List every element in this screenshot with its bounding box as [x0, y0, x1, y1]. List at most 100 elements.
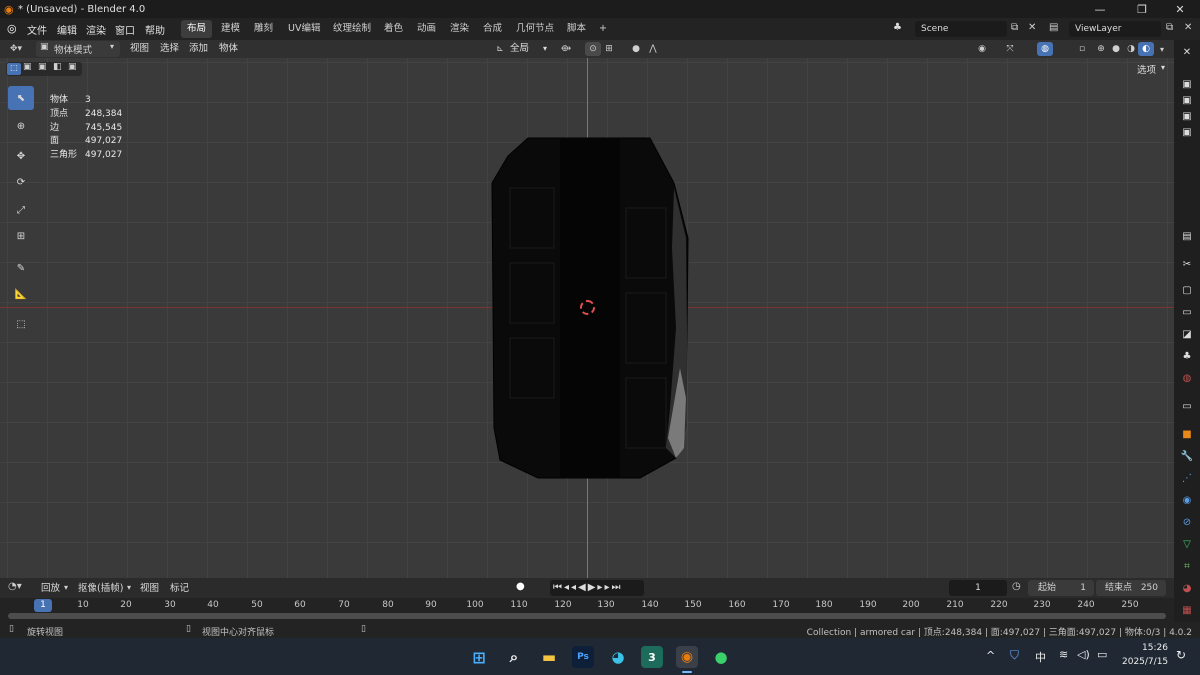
options-button[interactable]: 选项: [1137, 62, 1156, 76]
modifier-properties-icon[interactable]: 🔧: [1179, 448, 1195, 464]
add-cube-icon[interactable]: ⬚: [8, 312, 34, 336]
scene-icon[interactable]: ♣: [893, 22, 902, 33]
tab-texture-paint[interactable]: 纹理绘制: [327, 20, 377, 38]
select-invert-icon[interactable]: ◧: [53, 62, 62, 72]
menu-add[interactable]: 添加: [189, 42, 208, 56]
tab-rendering[interactable]: 渲染: [444, 20, 475, 38]
snap-icon[interactable]: ⊙: [585, 42, 601, 56]
transform-orientation-icon[interactable]: ⊾: [492, 42, 508, 56]
tab-modeling[interactable]: 建模: [215, 20, 246, 38]
rotate-icon[interactable]: ⟳: [8, 170, 34, 194]
app-3-icon[interactable]: 3: [641, 646, 663, 668]
menu-render[interactable]: 渲染: [86, 22, 106, 37]
menu-playback[interactable]: 回放: [41, 582, 60, 596]
menu-file[interactable]: 文件: [27, 22, 47, 37]
falloff-icon[interactable]: ⋀: [645, 42, 661, 56]
solid-shading-icon[interactable]: ●: [1108, 42, 1124, 56]
texture-properties-icon[interactable]: ▦: [1179, 602, 1195, 618]
select-extend-icon[interactable]: ▣: [23, 62, 32, 72]
photoshop-icon[interactable]: Ps: [572, 646, 594, 668]
menu-help[interactable]: 帮助: [145, 22, 165, 37]
windows-start-icon[interactable]: ⊞: [468, 646, 490, 668]
scene-field[interactable]: Scene: [915, 21, 1007, 37]
mesh-data-icon[interactable]: ⌗: [1179, 558, 1195, 574]
blender-taskbar-icon[interactable]: ◉: [676, 646, 698, 668]
scene-properties-icon[interactable]: ♣: [1179, 348, 1195, 364]
annotate-icon[interactable]: ✎: [8, 256, 34, 280]
shading-options-icon[interactable]: ▾: [1154, 42, 1170, 56]
timeline-ruler[interactable]: 1 10 20 30 40 50 60 70 80 90 100 110 120…: [0, 598, 1174, 622]
transform-icon[interactable]: ⊞: [8, 224, 34, 248]
battery-icon[interactable]: ▭: [1097, 648, 1107, 661]
overlays-icon[interactable]: ◍: [1037, 42, 1053, 56]
tab-uv-editing[interactable]: UV编辑: [282, 20, 326, 38]
tab-geometry-nodes[interactable]: 几何节点: [510, 20, 560, 38]
3d-viewport[interactable]: ⬚ ▣ ▣ ◧ ▣ 选项 ▾ ⬉ ⊕ ✥ ⟳ ⤢ ⊞ ✎ 📐 ⬚ 物体 3 顶点 2…: [0, 58, 1174, 578]
current-frame-field[interactable]: 1: [949, 580, 1007, 596]
tab-shading[interactable]: 着色: [378, 20, 409, 38]
editor-type-icon[interactable]: ✥▾: [8, 42, 24, 56]
scale-icon[interactable]: ⤢: [8, 198, 34, 222]
blender-menu-icon[interactable]: ◎: [7, 22, 17, 35]
menu-object[interactable]: 物体: [219, 42, 238, 56]
menu-window[interactable]: 窗口: [115, 22, 135, 37]
menu-select[interactable]: 选择: [160, 42, 179, 56]
collection-properties-icon[interactable]: ▭: [1179, 398, 1195, 414]
tab-layout[interactable]: 布局: [181, 20, 213, 38]
menu-keying[interactable]: 抠像(插帧): [78, 582, 123, 596]
wireframe-shading-icon[interactable]: ⊕: [1093, 42, 1109, 56]
mode-selector[interactable]: ▣ 物体模式 ▾: [36, 41, 120, 57]
close-button[interactable]: ✕: [1160, 0, 1200, 18]
xray-icon[interactable]: ▫: [1074, 42, 1090, 56]
delete-view-layer-icon[interactable]: ✕: [1184, 22, 1192, 33]
end-frame-field[interactable]: 结束点 250: [1096, 580, 1166, 596]
file-explorer-icon[interactable]: ▬: [538, 646, 560, 668]
tab-sculpting[interactable]: 雕刻: [248, 20, 279, 38]
pivot-point-icon[interactable]: ⟴: [558, 42, 574, 56]
world-properties-icon[interactable]: ◍: [1179, 370, 1195, 386]
menu-marker[interactable]: 标记: [170, 582, 189, 596]
camera-view-icon[interactable]: ▣: [1179, 92, 1195, 108]
select-new-icon[interactable]: ⬚: [7, 63, 21, 75]
tab-compositing[interactable]: 合成: [477, 20, 508, 38]
add-workspace-button[interactable]: +: [593, 20, 613, 38]
select-icon[interactable]: ⬉: [8, 86, 34, 110]
view-layer-icon[interactable]: ▤: [1049, 22, 1058, 33]
edge-browser-icon[interactable]: ◕: [607, 646, 629, 668]
constraints-properties-icon[interactable]: ⊘: [1179, 514, 1195, 530]
tab-scripting[interactable]: 脚本: [561, 20, 592, 38]
playback-controls[interactable]: ⏮◂◂◀▶▸▸⏭: [550, 580, 644, 596]
move-icon[interactable]: ✥: [8, 144, 34, 168]
tray-overflow-icon[interactable]: ^: [986, 649, 995, 662]
chevron-down-icon[interactable]: ▾: [543, 42, 547, 56]
input-method-indicator[interactable]: 中: [1035, 649, 1046, 665]
minimize-button[interactable]: —: [1080, 0, 1120, 18]
gizmo-icon[interactable]: ⤧: [1002, 42, 1018, 56]
wifi-icon[interactable]: ≋: [1059, 648, 1068, 661]
delete-scene-icon[interactable]: ✕: [1028, 22, 1036, 33]
particles-properties-icon[interactable]: ⋰: [1179, 470, 1195, 486]
properties-editor-icon[interactable]: ▤: [1179, 228, 1195, 244]
view-layer-field[interactable]: ViewLayer: [1069, 21, 1161, 37]
camera-view-icon[interactable]: ▣: [1179, 108, 1195, 124]
notification-icon[interactable]: ↻: [1176, 648, 1186, 662]
menu-view[interactable]: 视图: [140, 582, 159, 596]
material-shading-icon[interactable]: ◑: [1123, 42, 1139, 56]
physics-properties-icon[interactable]: ◉: [1179, 492, 1195, 508]
timeline-editor-icon[interactable]: ◔▾: [8, 581, 22, 592]
rendered-shading-icon[interactable]: ◐: [1138, 42, 1154, 56]
new-scene-icon[interactable]: ⧉: [1011, 22, 1018, 33]
material-properties-icon[interactable]: ◕: [1179, 580, 1195, 596]
tab-animation[interactable]: 动画: [411, 20, 442, 38]
view-layer-properties-icon[interactable]: ◪: [1179, 326, 1195, 342]
playhead-frame[interactable]: 1: [34, 599, 52, 612]
clock-icon[interactable]: ◷: [1012, 581, 1021, 592]
maximize-button[interactable]: ❐: [1122, 0, 1162, 18]
clock-date[interactable]: 2025/7/15: [1122, 657, 1168, 667]
select-subtract-icon[interactable]: ▣: [38, 62, 47, 72]
data-properties-icon[interactable]: ▽: [1179, 536, 1195, 552]
object-properties-icon[interactable]: ■: [1179, 426, 1195, 442]
select-intersect-icon[interactable]: ▣: [68, 62, 77, 72]
record-icon[interactable]: ●: [516, 581, 525, 592]
new-view-layer-icon[interactable]: ⧉: [1166, 22, 1173, 33]
